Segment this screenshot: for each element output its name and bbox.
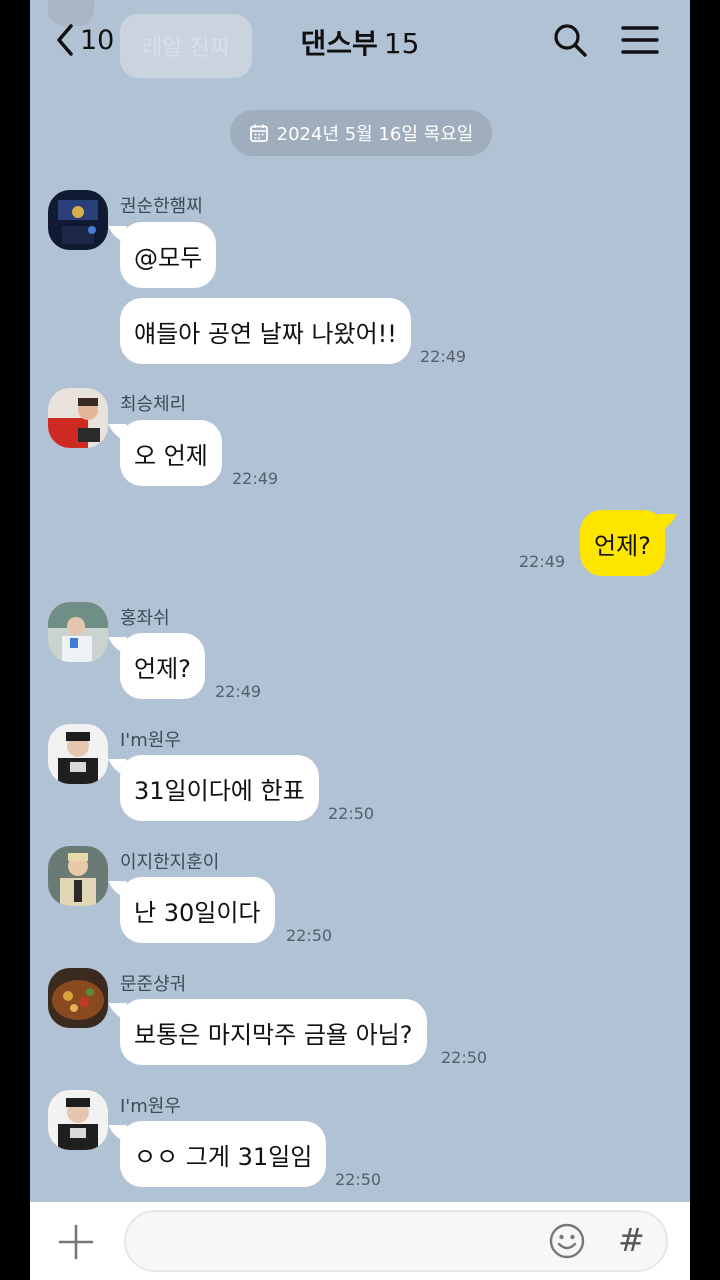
message-time: 22:50 [328, 804, 375, 823]
sender-name: I'm원우 [120, 1096, 181, 1117]
date-divider: 2024년 5월 16일 목요일 [230, 110, 492, 156]
message-time: 22:49 [420, 347, 467, 366]
avatar[interactable] [48, 602, 108, 662]
chat-screen: 레알 진짜 10 댄스부 15 2024년 5월 16일 목요일 권순한햄찌 @… [30, 0, 690, 1280]
sender-name: 권순한햄찌 [120, 196, 203, 217]
message-bubble[interactable]: 언제? [120, 633, 205, 699]
search-icon[interactable] [550, 20, 590, 60]
message-time: 22:49 [232, 469, 279, 488]
message-time: 22:50 [441, 1048, 488, 1067]
message-bubble[interactable]: 난 30일이다 [120, 877, 275, 943]
avatar[interactable] [48, 968, 108, 1028]
message-input[interactable] [124, 1210, 668, 1272]
message-bubble[interactable]: 31일이다에 한표 [120, 755, 319, 821]
my-message-bubble[interactable]: 언제? [580, 510, 665, 576]
message-time: 22:50 [335, 1170, 382, 1189]
message-bubble[interactable]: ㅇㅇ 그게 31일임 [120, 1121, 327, 1187]
message-time: 22:49 [215, 682, 262, 701]
message-time: 22:49 [519, 552, 566, 571]
message-time: 22:50 [286, 926, 333, 945]
message-input-bar: # [30, 1202, 690, 1280]
plus-icon[interactable] [56, 1222, 96, 1262]
message-bubble[interactable]: @모두 [120, 222, 217, 288]
menu-icon[interactable] [620, 20, 660, 60]
member-count: 15 [383, 27, 420, 60]
avatar[interactable] [48, 1090, 108, 1150]
emoji-icon[interactable] [548, 1222, 586, 1260]
sender-name: 이지한지훈이 [120, 852, 220, 873]
chat-title: 댄스부 15 [30, 22, 690, 62]
calendar-icon [249, 124, 268, 142]
avatar[interactable] [48, 724, 108, 784]
avatar[interactable] [48, 190, 108, 250]
sender-name: 문준샹궈 [120, 974, 187, 995]
message-bubble[interactable]: 오 언제 [120, 420, 222, 486]
message-bubble[interactable]: 얘들아 공연 날짜 나왔어!! [120, 298, 411, 364]
room-name: 댄스부 [300, 27, 378, 60]
hash-icon[interactable]: # [618, 1220, 645, 1260]
chat-header: 10 댄스부 15 [30, 0, 690, 80]
date-text: 2024년 5월 16일 목요일 [276, 124, 474, 145]
sender-name: 홍좌쉬 [120, 608, 170, 629]
message-bubble[interactable]: 보통은 마지막주 금욜 아님? [120, 999, 427, 1065]
sender-name: 최승체리 [120, 394, 187, 415]
avatar[interactable] [48, 846, 108, 906]
sender-name: I'm원우 [120, 730, 181, 751]
avatar[interactable] [48, 388, 108, 448]
